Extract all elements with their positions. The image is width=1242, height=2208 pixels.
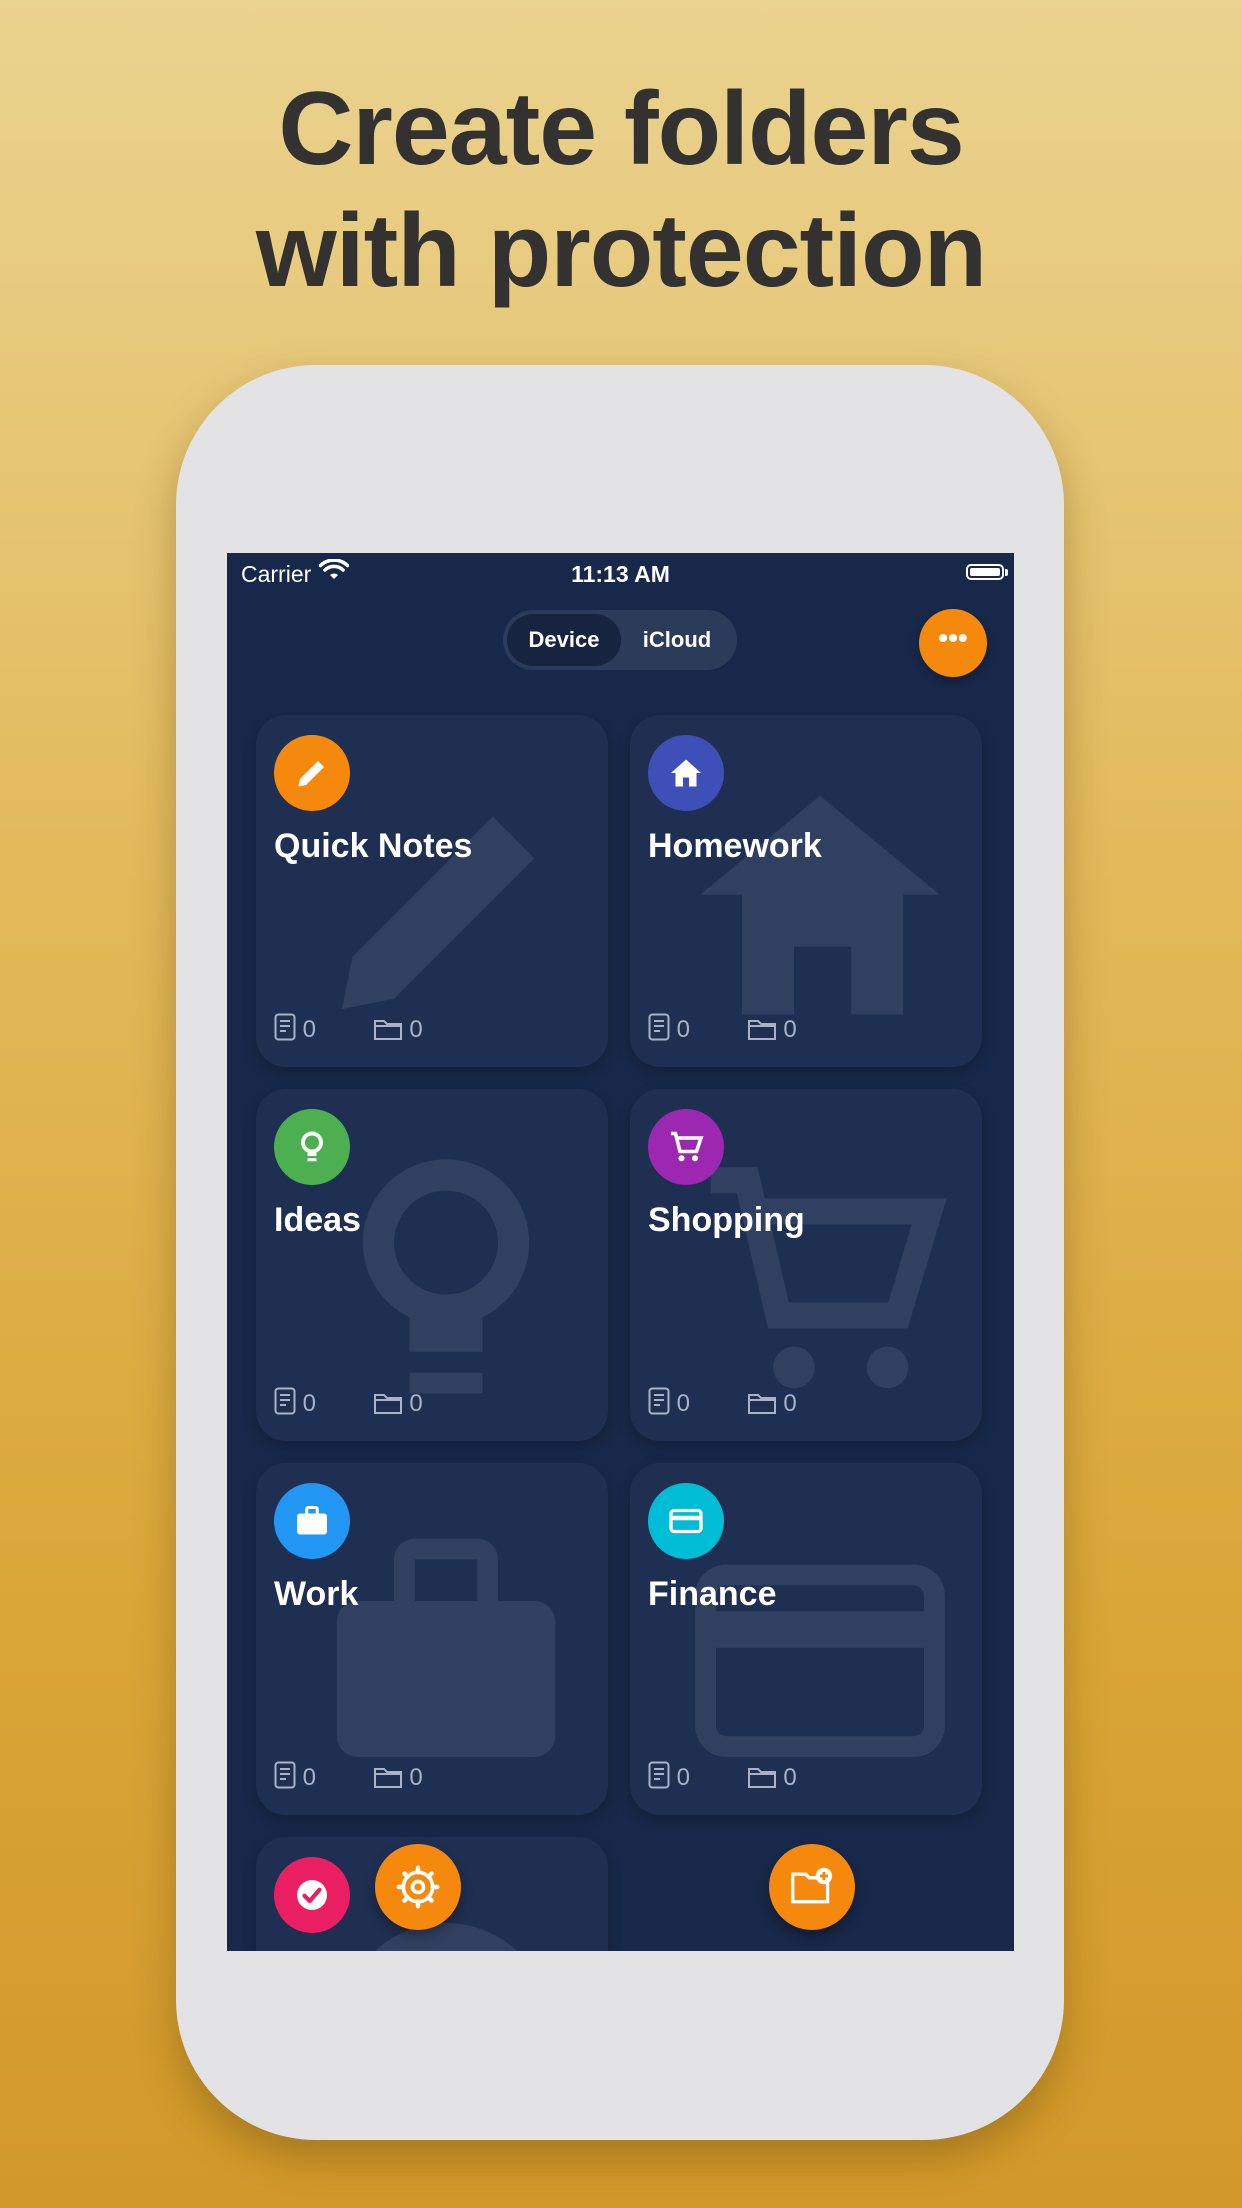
note-count-icon xyxy=(648,1387,670,1415)
cart-icon xyxy=(671,1131,704,1162)
note-count: 0 xyxy=(302,1016,317,1043)
folder-counts: 0 0 xyxy=(274,1761,423,1792)
folder-title: Quick Notes xyxy=(274,827,473,865)
subfolder-count-icon xyxy=(747,1394,776,1414)
folder-card-quick-notes[interactable]: Quick Notes 0 0 xyxy=(256,715,608,1067)
subfolder-count: 0 xyxy=(409,1016,423,1043)
note-count: 0 xyxy=(302,1764,317,1791)
note-count-icon xyxy=(274,1761,296,1789)
home-icon xyxy=(671,759,701,787)
note-count: 0 xyxy=(676,1016,691,1043)
folder-add-icon xyxy=(791,1867,833,1904)
lightbulb-icon-badge xyxy=(274,1109,350,1185)
folder-counts: 0 0 xyxy=(648,1761,797,1792)
folder-counts: 0 0 xyxy=(648,1013,797,1044)
folder-card-homework[interactable]: Homework 0 0 xyxy=(630,715,982,1067)
note-count: 0 xyxy=(676,1764,691,1791)
folder-title: Homework xyxy=(648,827,822,865)
folder-counts: 0 0 xyxy=(274,1013,423,1044)
pencil-watermark-icon xyxy=(342,816,535,1009)
note-count: 0 xyxy=(302,1390,317,1417)
folder-card-ideas[interactable]: Ideas 0 0 xyxy=(256,1089,608,1441)
pencil-icon-badge xyxy=(274,735,350,811)
note-count-icon xyxy=(648,1013,670,1041)
subfolder-count: 0 xyxy=(409,1390,423,1417)
note-count-icon xyxy=(274,1387,296,1415)
more-options-button[interactable]: ••• xyxy=(919,609,987,677)
checkmark-icon xyxy=(297,1880,327,1910)
folder-card-shopping[interactable]: Shopping 0 0 xyxy=(630,1089,982,1441)
credit-card-icon-badge xyxy=(648,1483,724,1559)
storage-segmented-control: Device iCloud xyxy=(503,610,737,670)
headline: Create folders with protection xyxy=(0,68,1242,312)
home-icon-badge xyxy=(648,735,724,811)
gear-icon xyxy=(396,1865,440,1909)
folder-title: Shopping xyxy=(648,1201,805,1239)
cart-icon-badge xyxy=(648,1109,724,1185)
folder-title: Ideas xyxy=(274,1201,361,1239)
status-bar: Carrier 11:13 AM xyxy=(227,553,1014,593)
settings-fab[interactable] xyxy=(375,1844,461,1930)
cart-watermark-icon xyxy=(710,1167,947,1389)
subfolder-count-icon xyxy=(373,1768,402,1788)
segment-icloud[interactable]: iCloud xyxy=(621,614,733,666)
lightbulb-watermark-icon xyxy=(362,1159,530,1394)
briefcase-watermark-icon xyxy=(336,1538,556,1757)
lightbulb-icon xyxy=(301,1131,323,1162)
briefcase-icon-badge xyxy=(274,1483,350,1559)
pencil-icon xyxy=(298,761,324,787)
subfolder-count: 0 xyxy=(409,1764,423,1791)
home-watermark-icon xyxy=(700,795,940,1015)
credit-card-watermark-icon xyxy=(695,1564,945,1757)
new-folder-fab[interactable] xyxy=(769,1844,855,1930)
subfolder-count-icon xyxy=(747,1768,776,1788)
folder-counts: 0 0 xyxy=(648,1387,797,1418)
folder-counts: 0 0 xyxy=(274,1387,423,1418)
status-time: 11:13 AM xyxy=(571,561,670,587)
folder-title: Finance xyxy=(648,1575,777,1613)
folder-card-finance[interactable]: Finance 0 0 xyxy=(630,1463,982,1815)
subfolder-count: 0 xyxy=(783,1390,797,1417)
subfolder-count-icon xyxy=(373,1020,402,1040)
note-count: 0 xyxy=(676,1390,691,1417)
headline-line-1: Create folders xyxy=(278,71,964,187)
note-count-icon xyxy=(648,1761,670,1789)
subfolder-count: 0 xyxy=(783,1016,797,1043)
subfolder-count-icon xyxy=(373,1394,402,1414)
folder-card-work[interactable]: Work 0 0 xyxy=(256,1463,608,1815)
battery-icon xyxy=(966,564,1008,580)
segment-device[interactable]: Device xyxy=(507,614,621,666)
credit-card-icon xyxy=(669,1508,703,1534)
note-count-icon xyxy=(274,1013,296,1041)
headline-line-2: with protection xyxy=(255,193,987,309)
app-screen: Carrier 11:13 AM Device iCloud ••• Quick… xyxy=(227,553,1014,1951)
subfolder-count: 0 xyxy=(783,1764,797,1791)
briefcase-icon xyxy=(297,1506,327,1535)
subfolder-count-icon xyxy=(747,1020,776,1040)
folder-title: Work xyxy=(274,1575,359,1613)
checkmark-icon-badge xyxy=(274,1857,350,1933)
